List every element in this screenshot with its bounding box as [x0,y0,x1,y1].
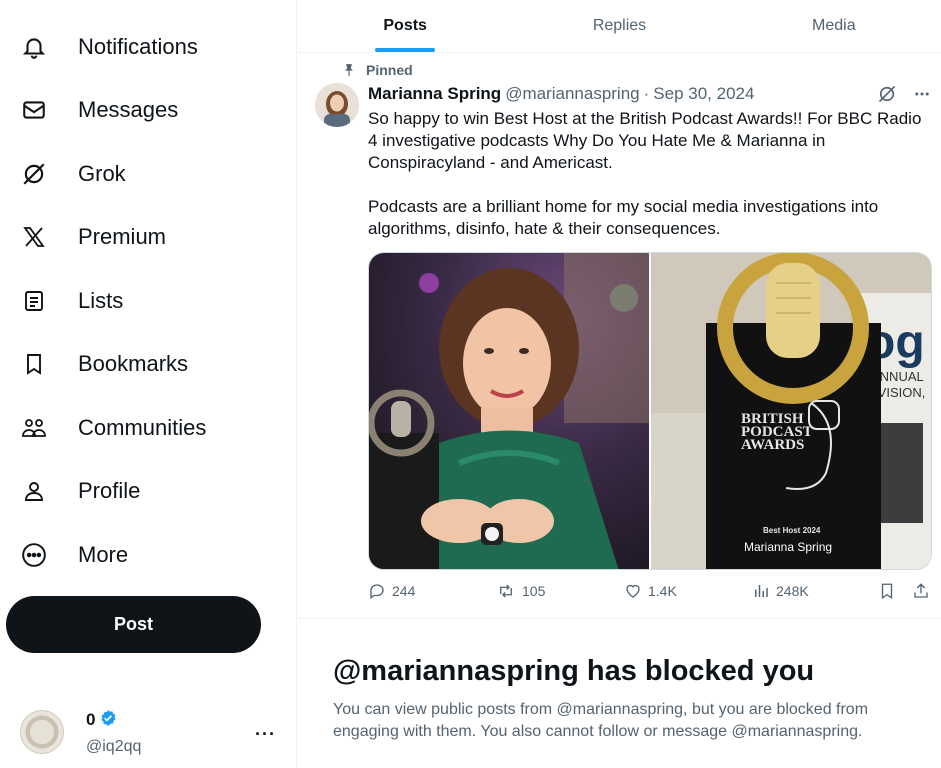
views-button[interactable]: 248K [752,582,809,600]
like-button[interactable]: 1.4K [624,582,677,600]
nav-grok[interactable]: Grok [12,148,134,200]
bookmark-button[interactable] [878,582,896,600]
reply-icon [370,584,384,600]
nav-lists[interactable]: Lists [12,275,131,327]
nav-premium[interactable]: Premium [12,211,174,263]
post-text: So happy to win Best Host at the British… [368,108,934,240]
post-media: og ANNUAL EVISION, BRITISH PODCAST AWARD… [368,252,932,570]
active-tab-indicator [375,48,436,52]
nav-label: Communities [78,415,207,440]
account-name-row: 0 [86,709,141,732]
nav-label: Lists [78,288,124,313]
x-logo-icon [20,223,48,251]
media-photo-right[interactable]: og ANNUAL EVISION, BRITISH PODCAST AWARD… [651,253,931,569]
profile-tabs: Posts Replies Media [298,0,941,53]
tab-replies[interactable]: Replies [512,0,726,52]
repost-button[interactable]: 105 [496,582,545,600]
share-button[interactable] [912,582,930,600]
pinned-indicator: Pinned [342,62,413,78]
avatar [20,710,64,754]
header-separator: · [643,84,650,103]
share-icon [914,583,928,598]
list-icon [20,287,48,315]
tab-posts[interactable]: Posts [298,0,512,52]
heart-icon [626,584,640,598]
account-name: 0 [86,710,96,729]
grok-icon [20,160,48,188]
more-options-icon[interactable] [913,85,931,108]
nav-messages[interactable]: Messages [12,84,186,136]
blocked-notice-description: You can view public posts from @marianna… [333,701,869,740]
grok-icon[interactable] [877,84,897,109]
profile-timeline: Posts Replies Media Pinned Marianna Spri… [298,0,941,768]
post-date[interactable]: Sep 30, 2024 [653,84,754,104]
tab-media[interactable]: Media [727,0,941,52]
author-handle[interactable]: @mariannaspring [505,84,639,104]
account-switcher[interactable]: 0 @iq2qq ··· [10,700,290,764]
author-name[interactable]: Marianna Spring [368,84,501,104]
nav-label: Grok [78,161,126,186]
divider [298,618,941,619]
envelope-icon [20,96,48,124]
award-trophy-photo: og ANNUAL EVISION, BRITISH PODCAST AWARD… [651,253,931,569]
post-top-actions [877,84,931,109]
award-winner: Marianna Spring [744,540,832,554]
post-text-paragraph: So happy to win Best Host at the British… [368,109,922,172]
nav-label: Premium [78,224,167,249]
nav-label: Profile [78,478,141,503]
award-category: Best Host 2024 [763,526,821,535]
views-count: 248K [776,583,809,599]
nav-notifications[interactable]: Notifications [12,21,206,73]
nav-bookmarks[interactable]: Bookmarks [12,338,196,390]
nav-label: Notifications [78,34,198,59]
award-logo-line: AWARDS [741,437,804,453]
award-winner-photo [369,253,649,569]
post-text-paragraph: Podcasts are a brilliant home for my soc… [368,197,879,238]
account-more-icon[interactable]: ··· [255,724,276,745]
views-icon [755,585,768,597]
avatar[interactable] [315,83,359,127]
media-photo-left[interactable] [369,253,651,569]
like-count: 1.4K [648,583,677,599]
verified-badge-icon [99,709,117,732]
bell-icon [20,33,48,61]
tab-label: Posts [383,17,427,34]
post-header: Marianna Spring @mariannaspring · Sep 30… [368,84,754,104]
account-handle: @iq2qq [86,737,142,755]
reply-button[interactable]: 244 [368,582,415,600]
nav-profile[interactable]: Profile [12,465,148,517]
more-circle-icon [20,541,48,569]
account-info: 0 @iq2qq [86,709,141,756]
post-engagement-bar: 244 105 1.4K 248K [368,582,934,606]
nav-more[interactable]: More [12,529,136,581]
nav-label: Bookmarks [78,351,189,376]
nav-communities[interactable]: Communities [12,402,214,454]
person-icon [20,477,48,505]
repost-count: 105 [522,583,546,599]
sidebar: Notifications Messages Grok Premium List… [0,0,297,768]
author-avatar-image [315,83,359,127]
pin-icon [344,64,354,76]
bookmark-icon [881,583,893,600]
reply-count: 244 [392,583,416,599]
post-button[interactable]: Post [6,596,261,653]
tab-label: Media [812,17,856,34]
people-icon [20,414,48,442]
bookmark-icon [20,350,48,378]
repost-icon [500,584,512,598]
nav-label: Messages [78,97,179,122]
tab-label: Replies [592,17,647,34]
pinned-label: Pinned [366,62,413,78]
blocked-notice-title: @mariannaspring has blocked you [333,655,815,687]
nav-label: More [78,542,129,567]
